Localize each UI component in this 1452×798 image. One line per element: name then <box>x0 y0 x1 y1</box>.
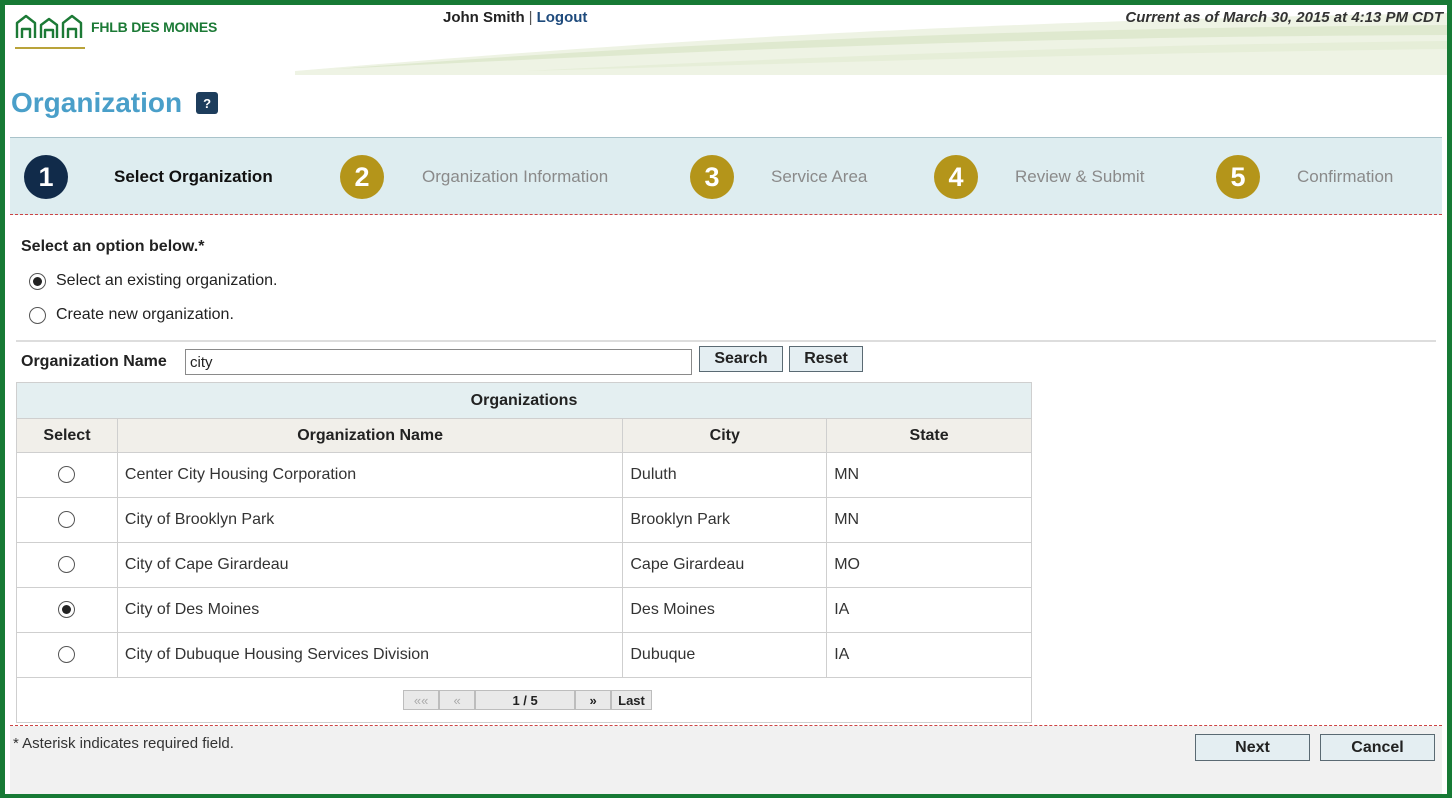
step-5: 5 Confirmation <box>1216 138 1393 216</box>
org-name-search-input[interactable] <box>185 349 692 375</box>
cell-city: Des Moines <box>622 587 828 633</box>
pager: «« « 1 / 5 » Last <box>403 690 652 710</box>
step-2-number: 2 <box>340 155 384 199</box>
option-select-existing-label: Select an existing organization. <box>56 272 278 289</box>
as-of-timestamp: Current as of March 30, 2015 at 4:13 PM … <box>1125 9 1443 26</box>
row-select-cell <box>16 452 118 498</box>
table-row[interactable]: City of Cape Girardeau Cape Girardeau MO <box>16 542 1032 588</box>
row-select-cell <box>16 497 118 543</box>
required-field-note: * Asterisk indicates required field. <box>13 735 234 752</box>
user-info: John Smith | Logout <box>443 9 587 26</box>
step-1-label: Select Organization <box>114 167 273 186</box>
cell-state: IA <box>826 632 1032 678</box>
step-5-number: 5 <box>1216 155 1260 199</box>
cell-city: Brooklyn Park <box>622 497 828 543</box>
org-name-label: Organization Name <box>21 353 167 370</box>
table-caption: Organizations <box>16 382 1032 419</box>
cell-state: IA <box>826 587 1032 633</box>
app-frame: FHLB DES MOINES John Smith | Logout Curren… <box>0 0 1452 798</box>
footer-divider <box>10 725 1442 726</box>
step-2: 2 Organization Information <box>340 138 608 216</box>
title-row: Organization ? <box>11 87 219 119</box>
step-3: 3 Service Area <box>690 138 867 216</box>
cell-city: Duluth <box>622 452 828 498</box>
step-4: 4 Review & Submit <box>934 138 1144 216</box>
cell-org-name: City of Dubuque Housing Services Divisio… <box>116 632 624 678</box>
col-header-state[interactable]: State <box>826 418 1032 453</box>
row-radio[interactable] <box>58 601 76 619</box>
table-row[interactable]: City of Brooklyn Park Brooklyn Park MN <box>16 497 1032 543</box>
step-4-label: Review & Submit <box>1015 167 1145 186</box>
step-1: 1 Select Organization <box>24 138 273 216</box>
col-header-org-name[interactable]: Organization Name <box>116 418 624 453</box>
header: FHLB DES MOINES John Smith | Logout Curren… <box>5 5 1447 75</box>
page-title: Organization <box>11 87 183 118</box>
row-radio[interactable] <box>58 556 76 574</box>
step-3-label: Service Area <box>771 167 868 186</box>
option-select-existing[interactable]: Select an existing organization. <box>29 272 277 290</box>
step-5-label: Confirmation <box>1297 167 1394 186</box>
col-header-city[interactable]: City <box>622 418 828 453</box>
cancel-button[interactable]: Cancel <box>1320 734 1435 761</box>
table-row[interactable]: Center City Housing Corporation Duluth M… <box>16 452 1032 498</box>
table-row[interactable]: City of Dubuque Housing Services Divisio… <box>16 632 1032 678</box>
organizations-table: Organizations Select Organization Name C… <box>16 382 1032 723</box>
pager-page-indicator: 1 / 5 <box>475 690 576 710</box>
row-radio[interactable] <box>58 466 76 484</box>
pager-last-button[interactable]: Last <box>611 690 652 710</box>
option-prompt: Select an option below.* <box>21 238 205 255</box>
cell-org-name: City of Cape Girardeau <box>116 542 624 588</box>
step-3-number: 3 <box>690 155 734 199</box>
radio-select-existing[interactable] <box>29 272 46 290</box>
cell-state: MO <box>826 542 1032 588</box>
cell-city: Dubuque <box>622 632 828 678</box>
row-select-cell <box>16 542 118 588</box>
col-header-select: Select <box>16 418 118 453</box>
reset-button[interactable]: Reset <box>789 346 863 372</box>
cell-state: MN <box>826 452 1032 498</box>
cell-city: Cape Girardeau <box>622 542 828 588</box>
cell-org-name: City of Des Moines <box>116 587 624 633</box>
step-2-label: Organization Information <box>422 167 609 186</box>
pager-first-button[interactable]: «« <box>403 690 440 710</box>
logo-underline <box>15 47 85 49</box>
row-select-cell <box>16 587 118 633</box>
house-logo-icon <box>15 14 83 38</box>
pager-prev-button[interactable]: « <box>439 690 476 710</box>
row-radio[interactable] <box>58 511 76 529</box>
row-radio[interactable] <box>58 646 76 664</box>
step-progress-bar: 1 Select Organization 2 Organization Inf… <box>10 137 1442 215</box>
pager-row: «« « 1 / 5 » Last <box>16 677 1032 723</box>
cell-state: MN <box>826 497 1032 543</box>
pager-cell: «« « 1 / 5 » Last <box>16 677 1032 723</box>
user-separator: | <box>528 9 533 26</box>
logo-text: FHLB DES MOINES <box>91 19 218 35</box>
next-button[interactable]: Next <box>1195 734 1310 761</box>
radio-create-new[interactable] <box>29 306 46 324</box>
user-name: John Smith <box>443 9 525 26</box>
option-create-new-label: Create new organization. <box>56 306 234 323</box>
pager-next-button[interactable]: » <box>575 690 612 710</box>
step-4-number: 4 <box>934 155 978 199</box>
row-select-cell <box>16 632 118 678</box>
option-create-new[interactable]: Create new organization. <box>29 306 234 324</box>
cell-org-name: Center City Housing Corporation <box>116 452 624 498</box>
logout-link[interactable]: Logout <box>537 9 588 26</box>
table-row[interactable]: City of Des Moines Des Moines IA <box>16 587 1032 633</box>
cell-org-name: City of Brooklyn Park <box>116 497 624 543</box>
logo[interactable]: FHLB DES MOINES <box>15 13 217 39</box>
step-1-number: 1 <box>24 155 68 199</box>
search-button[interactable]: Search <box>699 346 783 372</box>
help-icon[interactable]: ? <box>196 92 219 114</box>
section-divider <box>16 340 1436 342</box>
